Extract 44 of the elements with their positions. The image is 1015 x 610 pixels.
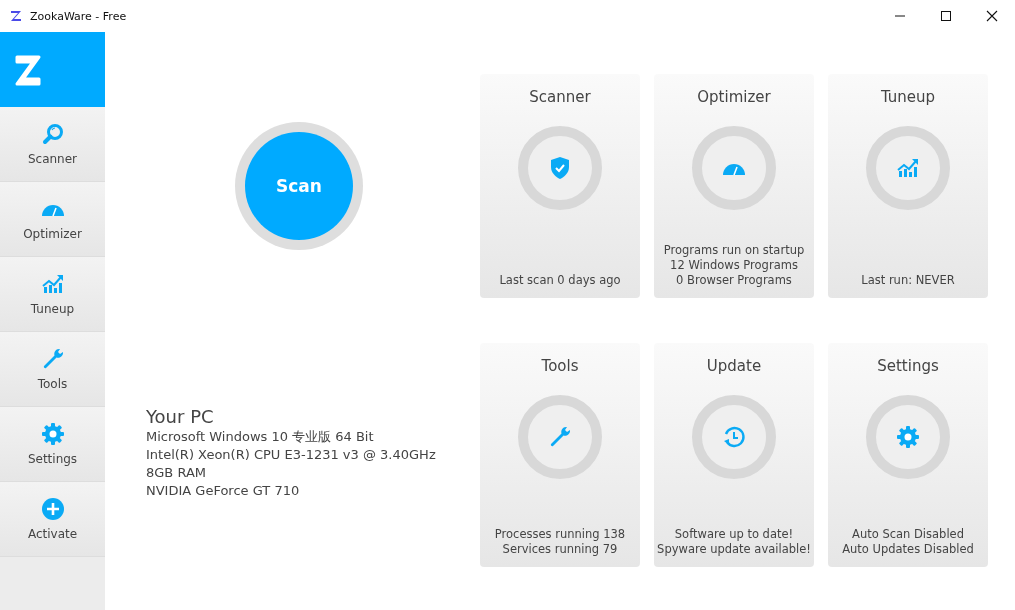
chart-icon [896,156,920,180]
feature-card[interactable]: Tuneup Last run: NEVER [828,74,988,298]
card-title: Optimizer [697,88,771,106]
card-status-text: Programs run on startup [663,243,805,258]
plus-icon [40,497,65,521]
feature-card[interactable]: Optimizer Programs run on startup 12 Windows Programs 0 Browser Programs [654,74,814,298]
card-status-text: Last scan 0 days ago [499,273,621,288]
card-title: Tools [541,357,579,375]
pc-info-text: NVIDIA GeForce GT 710 [146,482,301,500]
sidebar-item[interactable]: Tools [0,332,105,407]
search-icon [40,122,65,146]
card-status-text: 12 Windows Programs [669,258,799,273]
feature-card[interactable]: Settings Auto Scan Disabled Auto Updates Disabled [828,343,988,567]
card-status-text: Spyware update available! [657,542,811,557]
sidebar-item[interactable]: Tuneup [0,257,105,332]
card-status-text: Processes running 138 [494,527,626,542]
card-title: Tuneup [880,88,936,106]
pc-heading: Your PC [146,406,215,428]
card-status-text: 0 Browser Programs [675,273,793,288]
card-title: Update [706,357,762,375]
pc-info-text: Microsoft Windows 10 专业版 64 Bit [146,428,375,446]
app-logo-icon [10,10,22,22]
gear-icon [40,422,65,446]
card-title: Settings [877,357,939,375]
pc-info-text: Intel(R) Xeon(R) CPU E3-1231 v3 @ 3.40GHz [146,446,437,464]
shield-check-icon [548,156,572,180]
sidebar-item[interactable]: Activate [0,482,105,557]
feature-card[interactable]: Tools Processes running 138 Services running 79 [480,343,640,567]
sidebar-item[interactable]: Scanner [0,107,105,182]
sidebar-item[interactable]: Optimizer [0,182,105,257]
sidebar-item[interactable]: Settings [0,407,105,482]
pc-info-text: 8GB RAM [146,464,207,482]
window-title: ZookaWare - Free [30,9,127,23]
chart-icon [40,272,65,296]
card-status-text: Last run: NEVER [861,273,955,288]
card-status-text: Software up to date! [673,527,795,542]
card-status-text: Auto Scan Disabled [851,527,965,542]
card-status-text: Auto Updates Disabled [842,542,974,557]
feature-card[interactable]: Update Software up to date! Spyware update available! [654,343,814,567]
card-title: Scanner [529,88,591,106]
feature-card[interactable]: Scanner Last scan 0 days ago [480,74,640,298]
card-status-text: Services running 79 [501,542,619,557]
clock-icon [722,425,746,449]
wrench-icon [548,425,572,449]
